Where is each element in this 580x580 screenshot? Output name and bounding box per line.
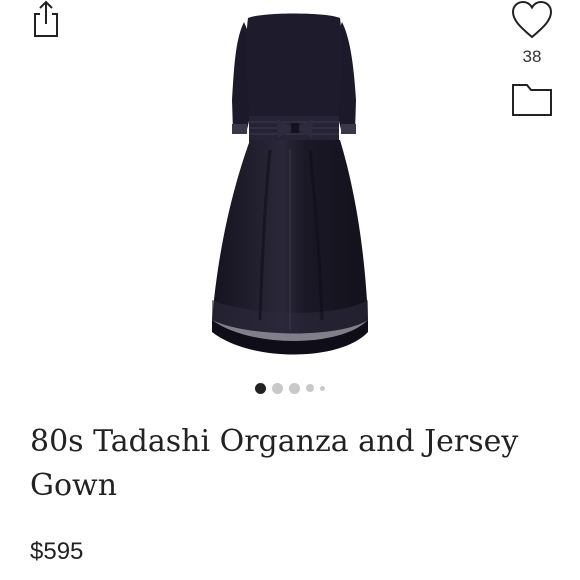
share-button[interactable]: [30, 0, 62, 38]
like-count: 38: [522, 47, 542, 66]
add-to-bundle-button[interactable]: [510, 80, 554, 118]
folder-icon: [512, 84, 552, 116]
carousel-dot-active[interactable]: [255, 382, 266, 394]
carousel-dot[interactable]: [272, 382, 283, 394]
carousel-indicator: [0, 380, 580, 396]
carousel-dot[interactable]: [289, 382, 300, 394]
heart-icon: [511, 0, 553, 39]
carousel-dot[interactable]: [306, 384, 314, 392]
carousel-dot[interactable]: [320, 385, 325, 391]
share-icon: [34, 0, 58, 37]
product-image[interactable]: [150, 0, 430, 370]
dress-image: [212, 13, 368, 355]
like-button[interactable]: [510, 0, 554, 40]
product-price: $595: [30, 538, 84, 565]
product-title: 80s Tadashi Organza and Jersey Gown: [30, 424, 519, 503]
